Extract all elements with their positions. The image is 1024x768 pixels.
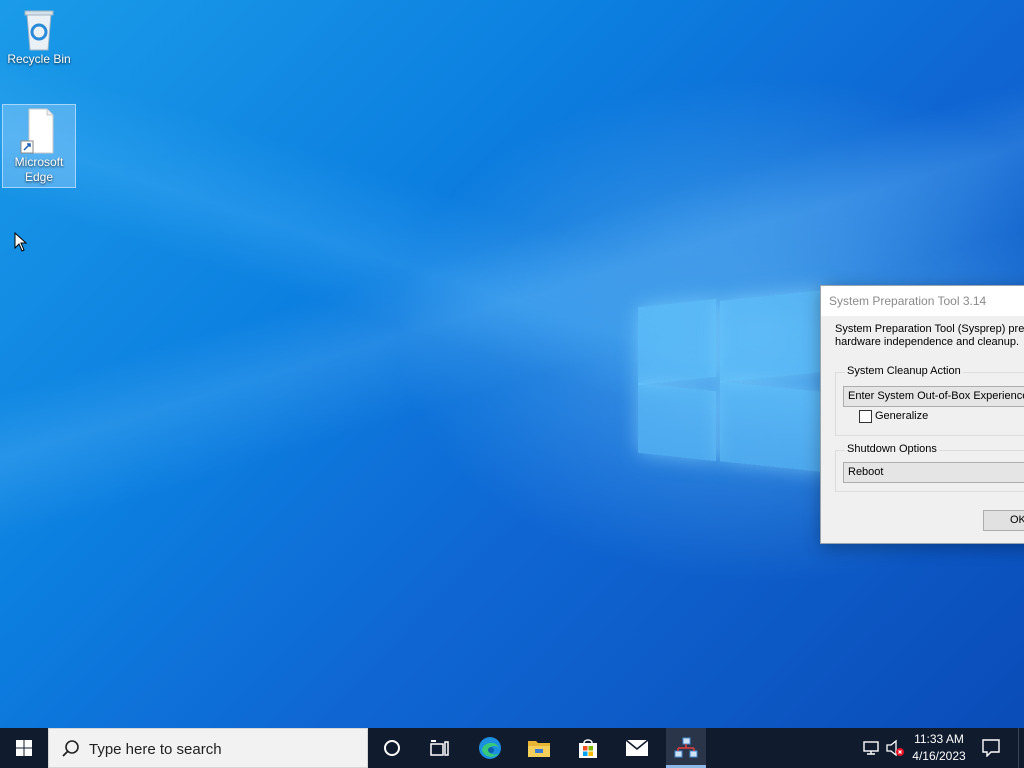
cortana-icon xyxy=(384,740,400,756)
dialog-description: System Preparation Tool (Sysprep) prep h… xyxy=(835,323,1024,349)
show-desktop-button[interactable] xyxy=(1018,728,1024,768)
network-app-icon xyxy=(674,737,698,758)
edge-taskbar-button[interactable] xyxy=(470,728,510,768)
generalize-checkbox[interactable] xyxy=(859,410,872,423)
desktop-icon-microsoft-edge[interactable]: Microsoft Edge xyxy=(2,104,76,188)
desktop-icon-label: Microsoft Edge xyxy=(14,155,64,184)
mail-icon xyxy=(625,739,649,756)
desktop-icon-label: Recycle Bin xyxy=(7,52,71,66)
volume-muted-icon xyxy=(886,739,904,757)
network-app-button[interactable] xyxy=(666,728,706,768)
clock-date: 4/16/2023 xyxy=(912,749,966,763)
recycle-bin-icon xyxy=(24,10,54,51)
mail-button[interactable] xyxy=(617,728,657,768)
network-tray-button[interactable] xyxy=(860,728,882,768)
store-icon xyxy=(579,739,597,758)
shutdown-group-label: Shutdown Options xyxy=(845,443,939,455)
notification-icon xyxy=(982,739,1000,757)
taskbar-search-box[interactable]: Type here to search xyxy=(48,728,368,768)
generalize-label: Generalize xyxy=(875,410,929,422)
start-button[interactable] xyxy=(0,728,48,768)
cleanup-action-select[interactable]: Enter System Out-of-Box Experience xyxy=(843,386,1024,407)
network-icon xyxy=(863,741,879,755)
ok-button[interactable]: OK xyxy=(983,510,1024,531)
sysprep-dialog: System Preparation Tool 3.14 System Prep… xyxy=(820,285,1024,544)
search-placeholder: Type here to search xyxy=(89,741,222,758)
start-icon xyxy=(16,740,32,756)
clock[interactable]: 11:33 AM 4/16/2023 xyxy=(906,731,972,765)
mouse-cursor-icon xyxy=(14,232,28,252)
search-icon xyxy=(62,740,79,757)
clock-time: 11:33 AM xyxy=(914,732,964,746)
desktop-icon-recycle-bin[interactable]: Recycle Bin xyxy=(2,6,76,76)
task-view-icon xyxy=(430,740,449,756)
edge-icon xyxy=(479,737,501,759)
shortcut-file-icon xyxy=(20,108,54,154)
dialog-title: System Preparation Tool 3.14 xyxy=(829,294,987,308)
file-explorer-button[interactable] xyxy=(519,728,559,768)
cortana-button[interactable] xyxy=(372,728,412,768)
action-center-button[interactable] xyxy=(978,728,1004,768)
shutdown-options-select[interactable]: Reboot xyxy=(843,462,1024,483)
desktop: Recycle Bin Microsoft Edge System Prepar… xyxy=(0,0,1024,728)
description-line: hardware independence and cleanup. xyxy=(835,336,1020,348)
description-line: System Preparation Tool (Sysprep) prep xyxy=(835,323,1024,335)
dialog-title-bar[interactable]: System Preparation Tool 3.14 xyxy=(821,286,1024,316)
volume-tray-button[interactable] xyxy=(884,728,906,768)
file-explorer-icon xyxy=(528,741,550,757)
taskbar: Type here to search 11:33 AM 4/16/2023 xyxy=(0,728,1024,768)
cleanup-group-label: System Cleanup Action xyxy=(845,365,963,377)
task-view-button[interactable] xyxy=(420,728,460,768)
store-button[interactable] xyxy=(568,728,608,768)
windows-logo-wallpaper xyxy=(630,285,850,485)
